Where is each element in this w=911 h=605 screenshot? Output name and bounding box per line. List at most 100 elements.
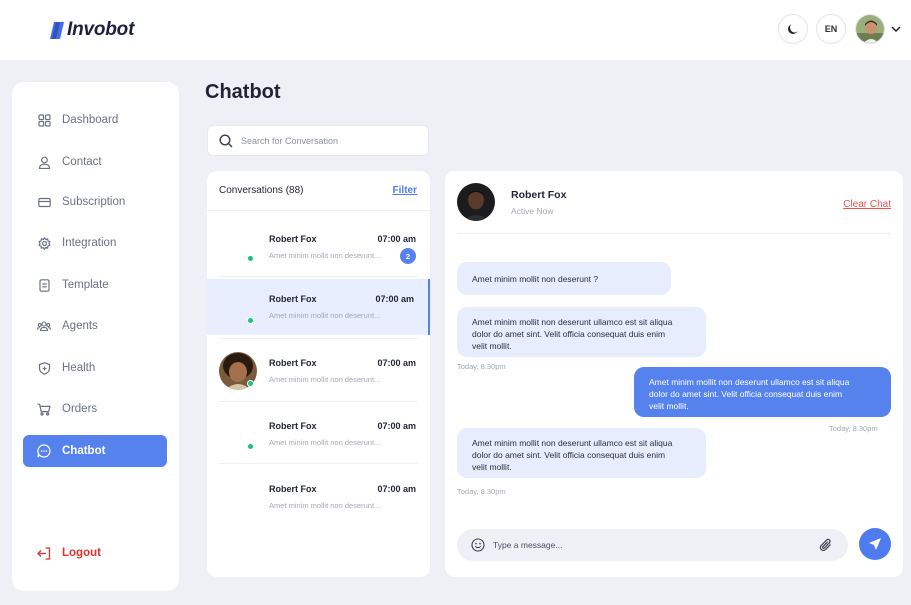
message-line: velit mollit.: [472, 341, 512, 351]
divider: [219, 401, 418, 402]
user-icon: [37, 155, 51, 169]
conversation-preview: Amet minim mollit non deserunt...: [269, 438, 381, 447]
account-menu-toggle[interactable]: [885, 14, 907, 44]
message-line: velit mollit.: [649, 401, 689, 411]
message-line: Amet minim mollit non deserunt ullamco e…: [472, 317, 673, 327]
user-avatar-image: [856, 15, 884, 43]
conversation-preview: Amet minim mollit non deserunt...: [269, 501, 381, 510]
message-line: dolor do amet sint. Velit officia conseq…: [472, 329, 666, 339]
search-icon: [219, 133, 233, 147]
page-title: Chatbot: [205, 81, 281, 103]
conversation-time: 07:00 am: [377, 484, 416, 494]
message-incoming: Amet minim mollit non deserunt ullamco e…: [457, 307, 706, 357]
send-button[interactable]: [859, 528, 891, 560]
conversation-preview: Amet minim mollit non deserunt...: [269, 311, 381, 320]
divider: [457, 233, 891, 234]
user-avatar[interactable]: [855, 14, 885, 44]
shield-icon: [37, 361, 51, 375]
conversations-count: Conversations (88): [219, 185, 304, 196]
sidebar-item-contact[interactable]: Contact: [23, 146, 167, 178]
sidebar-item-label: Integration: [62, 237, 117, 249]
conversation-name: Robert Fox: [269, 294, 317, 304]
users-icon: [37, 319, 51, 333]
conversation-item[interactable]: Robert Fox 07:00 am Amet minim mollit no…: [207, 219, 430, 275]
conversations-panel: Conversations (88) Filter Robert Fox 07:…: [207, 171, 430, 577]
conversation-time: 07:00 am: [375, 294, 414, 304]
message-incoming: Amet minim mollit non deserunt ullamco e…: [457, 428, 706, 478]
sidebar-item-health[interactable]: Health: [23, 352, 167, 384]
message-line: dolor do amet sint. Velit officia conseq…: [472, 450, 666, 460]
message-text: Amet minim mollit non deserunt ?: [472, 274, 599, 284]
online-indicator: [247, 443, 254, 450]
paperclip-icon[interactable]: [818, 537, 834, 553]
message-timestamp: Today, 8.30pm: [457, 487, 506, 496]
message-line: Amet minim mollit non deserunt ullamco e…: [649, 377, 850, 387]
message-line: dolor do amet sint. Velit officia conseq…: [649, 389, 843, 399]
brand-name: Invobot: [67, 19, 135, 40]
conversation-time: 07:00 am: [377, 234, 416, 244]
theme-toggle-button[interactable]: [778, 14, 808, 44]
gear-icon: [37, 236, 51, 250]
sidebar-item-label: Dashboard: [62, 114, 119, 126]
unread-badge: 2: [400, 248, 416, 264]
conversation-preview: Amet minim mollit non deserunt...: [269, 251, 381, 260]
sidebar-item-integration[interactable]: Integration: [23, 227, 167, 259]
message-line: velit mollit.: [472, 462, 512, 472]
online-indicator: [247, 380, 254, 387]
divider: [219, 463, 418, 464]
sidebar-item-agents[interactable]: Agents: [23, 310, 167, 342]
message-timestamp: Today, 8.30pm: [829, 424, 878, 433]
conversation-name: Robert Fox: [269, 421, 317, 431]
sidebar: Dashboard Contact Subscription Integrati…: [12, 82, 179, 591]
conversation-name: Robert Fox: [269, 234, 317, 244]
sidebar-item-label: Agents: [62, 320, 98, 332]
chevron-down-icon: [891, 26, 901, 32]
emoji-icon[interactable]: [471, 538, 485, 552]
header-actions: EN: [778, 14, 911, 44]
conversation-name: Robert Fox: [269, 484, 317, 494]
brand-logo[interactable]: Invobot: [50, 19, 134, 41]
online-indicator: [247, 317, 254, 324]
cart-icon: [37, 402, 51, 416]
language-button[interactable]: EN: [816, 14, 846, 44]
chat-panel: Robert Fox Active Now Clear Chat Amet mi…: [445, 171, 903, 577]
logo-mark-icon: [50, 21, 64, 39]
message-outgoing: Amet minim mollit non deserunt ullamco e…: [634, 367, 891, 417]
top-bar: Invobot EN: [0, 0, 911, 60]
grid-icon: [37, 113, 51, 127]
conversation-item-selected[interactable]: Robert Fox 07:00 am Amet minim mollit no…: [207, 279, 430, 335]
sidebar-item-label: Contact: [62, 156, 102, 168]
message-incoming: Amet minim mollit non deserunt ?: [457, 262, 671, 295]
divider: [219, 276, 418, 277]
conversation-name: Robert Fox: [269, 358, 317, 368]
conversation-item[interactable]: Robert Fox 07:00 am Amet minim mollit no…: [207, 343, 430, 399]
sidebar-item-dashboard[interactable]: Dashboard: [23, 104, 167, 136]
sidebar-item-template[interactable]: Template: [23, 269, 167, 301]
conversation-item[interactable]: Robert Fox 07:00 am Amet minim mollit no…: [207, 469, 430, 525]
send-icon: [869, 538, 881, 550]
moon-icon: [788, 24, 798, 34]
sidebar-item-orders[interactable]: Orders: [23, 393, 167, 425]
message-input[interactable]: [493, 540, 793, 550]
contact-avatar: [457, 183, 495, 221]
clear-chat-link[interactable]: Clear Chat: [843, 199, 891, 210]
conversation-preview: Amet minim mollit non deserunt...: [269, 375, 381, 384]
conversation-item[interactable]: Robert Fox 07:00 am Amet minim mollit no…: [207, 406, 430, 462]
chat-icon: [37, 444, 51, 458]
message-timestamp: Today, 8.30pm: [457, 362, 506, 371]
filter-link[interactable]: Filter: [393, 185, 417, 196]
message-composer[interactable]: [457, 529, 848, 561]
logout-icon: [37, 546, 51, 560]
conversation-search[interactable]: [207, 125, 429, 156]
online-indicator: [247, 255, 254, 262]
sidebar-item-label: Subscription: [62, 196, 126, 208]
divider: [219, 338, 418, 339]
sidebar-item-subscription[interactable]: Subscription: [23, 186, 167, 218]
conversation-time: 07:00 am: [377, 421, 416, 431]
sidebar-item-chatbot[interactable]: Chatbot: [23, 435, 167, 467]
chat-contact-name: Robert Fox: [511, 189, 567, 201]
search-input[interactable]: [241, 135, 411, 146]
document-icon: [37, 278, 51, 292]
logout-button[interactable]: Logout: [23, 537, 167, 569]
conversations-header: Conversations (88) Filter: [207, 171, 430, 211]
